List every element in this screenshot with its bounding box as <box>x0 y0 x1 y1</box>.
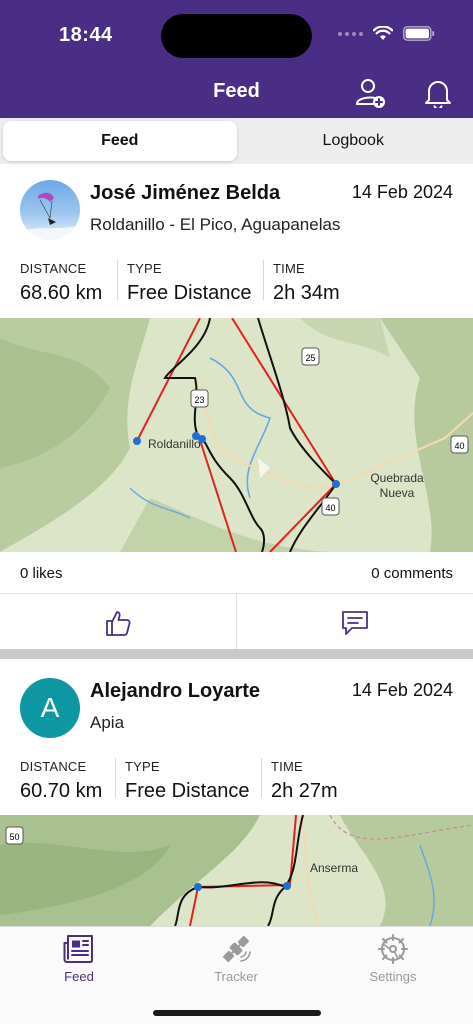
map-road-label: 25 <box>305 353 315 363</box>
tab-label: Settings <box>369 969 417 984</box>
flight-card[interactable]: A Alejandro Loyarte 14 Feb 2024 Apia DIS… <box>0 659 473 926</box>
home-indicator <box>153 1010 321 1016</box>
cellular-signal-icon <box>338 31 363 36</box>
takeoff-location: Apia <box>90 713 125 732</box>
stat-label: DISTANCE <box>20 759 87 774</box>
takeoff-location: Roldanillo - El Pico, Aguapanelas <box>90 215 341 234</box>
avatar[interactable]: A <box>20 678 80 738</box>
stat-value: 2h 27m <box>271 780 338 802</box>
stat-label: TYPE <box>127 261 162 276</box>
flight-map-svg: 50 Anserma <box>0 815 473 926</box>
stat-time: TIME 2h 34m <box>273 261 340 305</box>
newspaper-icon <box>63 935 93 963</box>
pilot-name[interactable]: José Jiménez Belda <box>90 182 280 205</box>
engagement-counts: 0 likes 0 comments <box>20 565 453 582</box>
flight-map[interactable]: 50 Anserma <box>0 815 473 926</box>
app-header: 18:44 Feed <box>0 0 473 118</box>
map-road-label: 50 <box>9 832 19 842</box>
dynamic-island <box>161 14 312 58</box>
thumbs-up-icon <box>106 611 131 636</box>
tab-label: Tracker <box>214 969 258 984</box>
tab-feed[interactable]: Feed <box>3 121 237 161</box>
comments-count[interactable]: 0 comments <box>371 565 453 582</box>
divider <box>115 758 116 798</box>
divider <box>261 758 262 798</box>
avatar[interactable] <box>20 180 80 240</box>
satellite-icon <box>222 935 251 963</box>
stat-value: 60.70 km <box>20 780 103 802</box>
status-time: 18:44 <box>59 24 113 46</box>
like-button[interactable] <box>0 593 236 653</box>
stat-time: TIME 2h 27m <box>271 759 338 803</box>
stat-label: TYPE <box>125 759 160 774</box>
tab-tracker-nav[interactable]: Tracker <box>176 933 296 984</box>
notifications-button[interactable] <box>421 76 455 110</box>
feed-logbook-segment: Feed Logbook <box>0 118 473 164</box>
map-town-label: Anserma <box>310 861 358 875</box>
stat-value: 68.60 km <box>20 282 103 304</box>
stat-distance: DISTANCE 68.60 km <box>20 261 102 305</box>
comment-icon <box>342 611 368 635</box>
stat-label: TIME <box>271 759 303 774</box>
card-separator <box>0 649 473 659</box>
tab-label: Feed <box>64 969 94 984</box>
stat-type: TYPE Free Distance <box>125 759 250 803</box>
map-road-label: 40 <box>325 503 335 513</box>
paraglider-photo-icon <box>20 192 80 240</box>
wifi-icon <box>373 26 393 40</box>
battery-icon <box>403 26 435 41</box>
stat-label: DISTANCE <box>20 261 87 276</box>
page-title: Feed <box>213 80 260 102</box>
map-town-label: Roldanillo <box>148 437 201 451</box>
stat-value: Free Distance <box>127 282 252 304</box>
divider <box>263 260 264 300</box>
person-plus-icon <box>356 79 385 108</box>
stat-type: TYPE Free Distance <box>127 261 252 305</box>
map-town-label: Quebrada <box>370 471 424 485</box>
gear-icon <box>378 934 408 964</box>
tab-feed-nav[interactable]: Feed <box>19 933 139 984</box>
map-town-label: Nueva <box>380 486 415 500</box>
pilot-name[interactable]: Alejandro Loyarte <box>90 680 260 703</box>
comment-button[interactable] <box>237 593 473 653</box>
likes-count[interactable]: 0 likes <box>20 565 63 582</box>
flight-card[interactable]: José Jiménez Belda 14 Feb 2024 Roldanill… <box>0 164 473 653</box>
stat-label: TIME <box>273 261 305 276</box>
tab-logbook[interactable]: Logbook <box>237 121 471 161</box>
bell-icon <box>425 81 451 108</box>
map-road-label: 40 <box>454 441 464 451</box>
flight-date: 14 Feb 2024 <box>351 182 453 202</box>
stat-value: Free Distance <box>125 780 250 802</box>
add-friend-button[interactable] <box>354 76 388 110</box>
map-road-label: 23 <box>194 395 204 405</box>
status-icons <box>338 26 435 41</box>
flight-map-svg: 23 25 40 40 Roldanillo Quebrada Nueva <box>0 318 473 552</box>
flight-map[interactable]: 23 25 40 40 Roldanillo Quebrada Nueva <box>0 318 473 552</box>
stat-value: 2h 34m <box>273 282 340 304</box>
divider <box>117 260 118 300</box>
flight-date: 14 Feb 2024 <box>351 680 453 700</box>
tab-settings-nav[interactable]: Settings <box>333 933 453 984</box>
stat-distance: DISTANCE 60.70 km <box>20 759 102 803</box>
